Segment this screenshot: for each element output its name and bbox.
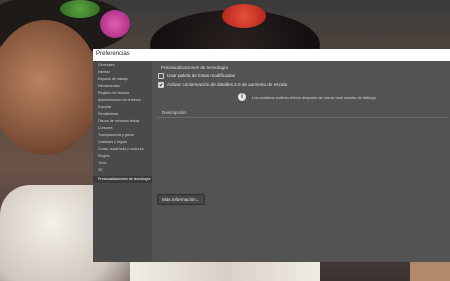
info-icon: i [238,93,246,101]
sidebar-item-herramientas[interactable]: Herramientas [93,83,152,90]
preferences-content: Previsualizaciones de tecnología Usar pa… [152,61,450,262]
option-label: Activar conservación de detalles 2.0 de … [167,82,288,87]
option-label: Usar paleta de tintas modificadas [167,73,235,78]
sidebar-item-3d[interactable]: 3D [93,167,152,174]
flower-green [60,0,100,18]
sidebar-item-administracion-de-archivos[interactable]: Administración de archivos [93,97,152,104]
sidebar-item-guias-cuadricula-sectores[interactable]: Guías, cuadrícula y sectores [93,146,152,153]
sidebar-item-previsualizaciones-tecnologia[interactable]: Previsualizaciones de tecnología [93,176,152,183]
info-message: Los cambios surtirán efecto después de c… [252,94,376,100]
preferences-sidebar: Generales Interfaz Espacio de trabajo He… [93,61,152,262]
dialog-titlebar[interactable]: Preferencias [93,49,450,61]
checkbox-unchecked[interactable] [158,72,164,79]
preferences-dialog: Preferencias Generales Interfaz Espacio … [93,49,450,262]
flower-red [222,4,266,28]
sidebar-item-interfaz[interactable]: Interfaz [93,69,152,76]
face-left [0,20,100,155]
sidebar-item-transparencia-y-gama[interactable]: Transparencia y gama [93,132,152,139]
sidebar-item-espacio-de-trabajo[interactable]: Espacio de trabajo [93,76,152,83]
more-info-button[interactable]: Más información... [157,194,205,205]
section-title: Previsualizaciones de tecnología [161,65,228,70]
sidebar-item-texto[interactable]: Texto [93,160,152,167]
info-message-row: i Los cambios surtirán efecto después de… [238,91,376,103]
flower-pink [100,10,130,38]
sidebar-item-exportar[interactable]: Exportar [93,104,152,111]
sidebar-item-generales[interactable]: Generales [93,62,152,69]
option-paleta-tintas[interactable]: Usar paleta de tintas modificadas [158,72,235,79]
checkbox-checked[interactable] [158,81,164,88]
sidebar-item-plugins[interactable]: Plugins [93,153,152,160]
sidebar-item-rendimiento[interactable]: Rendimiento [93,111,152,118]
dialog-title: Preferencias [96,51,130,57]
description-area [157,117,447,180]
sidebar-item-registro-de-historia[interactable]: Registro de historia [93,90,152,97]
dress-bottom [130,262,320,281]
sidebar-item-unidades-y-reglas[interactable]: Unidades y reglas [93,139,152,146]
sidebar-item-discos-memoria-virtual[interactable]: Discos de memoria virtual [93,118,152,125]
option-conservacion-detalles[interactable]: Activar conservación de detalles 2.0 de … [158,81,287,88]
description-label: Descripción [162,110,186,115]
sidebar-item-cursores[interactable]: Cursores [93,125,152,132]
